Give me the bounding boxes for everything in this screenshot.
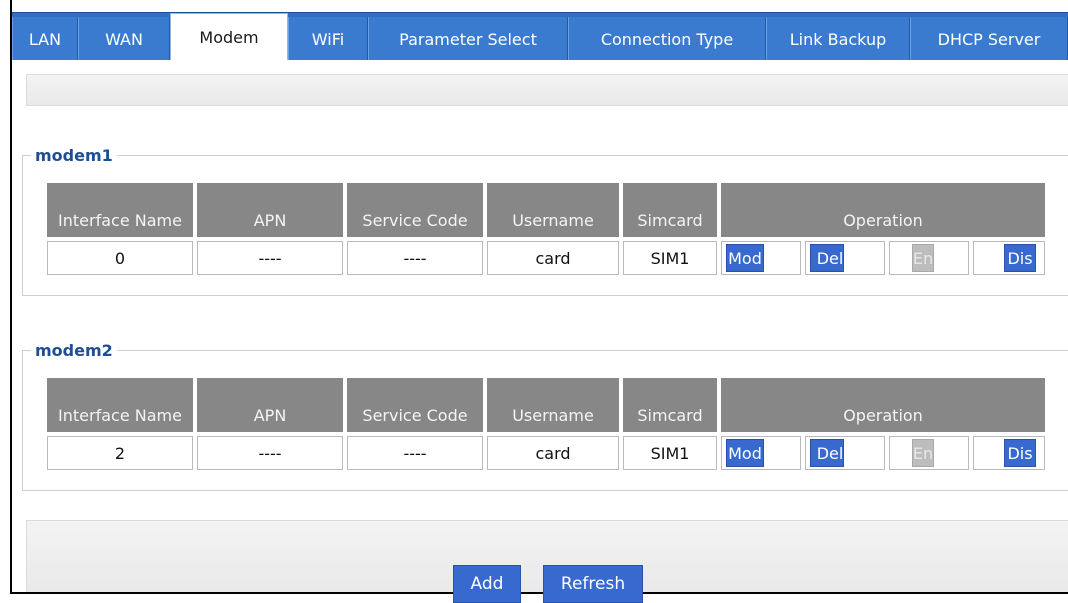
cell-username: card: [487, 241, 619, 275]
cell-apn: ----: [197, 436, 343, 470]
col-header-operation: Operation: [721, 183, 1045, 237]
en-button[interactable]: En: [912, 244, 934, 272]
cell-simcard: SIM1: [623, 436, 717, 470]
cell-op-en: En: [889, 436, 969, 470]
col-header-service-code: Service Code: [347, 378, 483, 432]
modem-content: modem1 Interface Name APN Service Code U…: [12, 60, 1068, 603]
cell-service-code: ----: [347, 436, 483, 470]
modem-group-1: modem1 Interface Name APN Service Code U…: [22, 146, 1068, 296]
cell-op-del: Del: [805, 436, 885, 470]
col-header-username: Username: [487, 378, 619, 432]
del-button[interactable]: Del: [810, 439, 844, 467]
cell-apn: ----: [197, 241, 343, 275]
top-info-bar: [26, 74, 1068, 106]
cell-op-mod: Mod: [721, 241, 801, 275]
cell-op-en: En: [889, 241, 969, 275]
cell-op-dis: Dis: [973, 241, 1045, 275]
tab-bar: LAN WAN Modem WiFi Parameter Select Conn…: [12, 12, 1068, 61]
cell-op-del: Del: [805, 241, 885, 275]
add-button[interactable]: Add: [453, 565, 521, 603]
group-legend: modem1: [35, 146, 113, 165]
footer-bar: Add Refresh: [26, 520, 1068, 603]
cell-op-mod: Mod: [721, 436, 801, 470]
tab-lan[interactable]: LAN: [12, 17, 78, 61]
modem-group-2: modem2 Interface Name APN Service Code U…: [22, 341, 1068, 491]
tab-wifi[interactable]: WiFi: [288, 17, 368, 61]
cell-interface-name: 0: [47, 241, 193, 275]
cell-op-dis: Dis: [973, 436, 1045, 470]
group-legend: modem2: [35, 341, 113, 360]
col-header-apn: APN: [197, 183, 343, 237]
mod-button[interactable]: Mod: [726, 439, 764, 467]
dis-button[interactable]: Dis: [1004, 439, 1036, 467]
col-header-apn: APN: [197, 378, 343, 432]
cell-simcard: SIM1: [623, 241, 717, 275]
col-header-username: Username: [487, 183, 619, 237]
col-header-simcard: Simcard: [623, 183, 717, 237]
col-header-interface-name: Interface Name: [47, 378, 193, 432]
cell-service-code: ----: [347, 241, 483, 275]
col-header-operation: Operation: [721, 378, 1045, 432]
tab-connection-type[interactable]: Connection Type: [568, 17, 766, 61]
del-button[interactable]: Del: [810, 244, 844, 272]
col-header-simcard: Simcard: [623, 378, 717, 432]
tab-link-backup[interactable]: Link Backup: [766, 17, 910, 61]
col-header-service-code: Service Code: [347, 183, 483, 237]
en-button[interactable]: En: [912, 439, 934, 467]
refresh-button[interactable]: Refresh: [543, 565, 643, 603]
dis-button[interactable]: Dis: [1004, 244, 1036, 272]
tab-wan[interactable]: WAN: [78, 17, 170, 61]
tab-parameter-select[interactable]: Parameter Select: [368, 17, 568, 61]
cell-username: card: [487, 436, 619, 470]
tab-modem[interactable]: Modem: [170, 13, 288, 61]
tab-dhcp-server[interactable]: DHCP Server: [910, 17, 1068, 61]
cell-interface-name: 2: [47, 436, 193, 470]
mod-button[interactable]: Mod: [726, 244, 764, 272]
col-header-interface-name: Interface Name: [47, 183, 193, 237]
